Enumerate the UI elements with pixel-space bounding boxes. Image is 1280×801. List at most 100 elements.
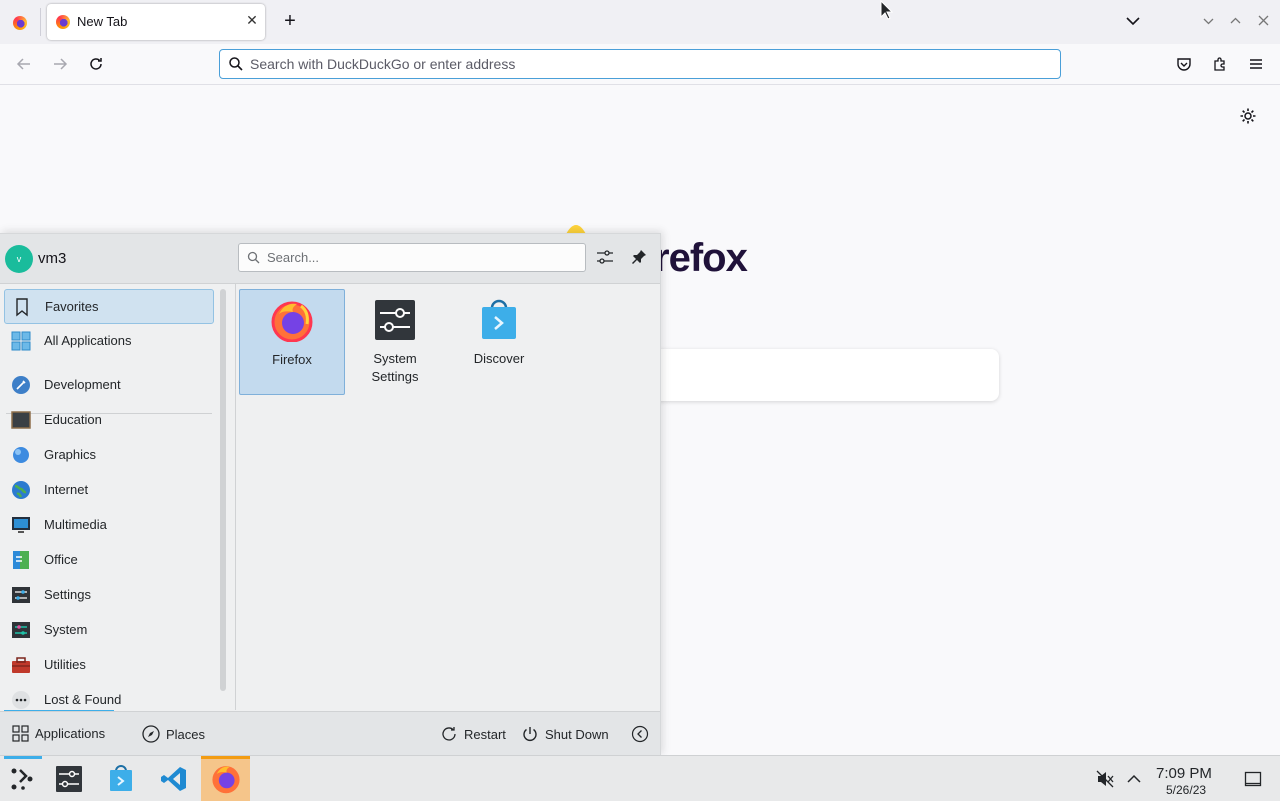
page-settings-button[interactable]	[1238, 106, 1258, 129]
restart-label: Restart	[464, 726, 506, 742]
maximize-icon[interactable]	[1229, 14, 1242, 30]
firefox-view-button[interactable]	[10, 13, 30, 33]
tab-new-tab[interactable]: New Tab ✕	[47, 4, 265, 40]
places-tab[interactable]: Places	[142, 725, 205, 743]
chevron-left-circle-icon	[631, 725, 649, 743]
volume-muted-icon[interactable]	[1095, 769, 1115, 792]
application-launcher: v vm3 Favorites	[0, 233, 661, 757]
vscode-icon	[161, 767, 186, 791]
mouse-cursor-icon	[880, 0, 894, 23]
new-tab-search-box[interactable]	[652, 349, 999, 401]
category-internet[interactable]: Internet	[4, 473, 212, 506]
address-input[interactable]	[250, 50, 1040, 78]
extensions-button[interactable]	[1206, 50, 1234, 78]
more-icon	[12, 691, 30, 709]
restart-icon	[442, 727, 456, 741]
category-utilities[interactable]: Utilities	[4, 648, 212, 681]
applications-label: Applications	[35, 726, 106, 741]
back-arrow-icon	[16, 58, 30, 70]
restart-button[interactable]: Restart	[440, 725, 506, 743]
category-favorites[interactable]: Favorites	[4, 289, 214, 324]
compass-icon	[142, 725, 160, 743]
category-label: Development	[44, 377, 121, 392]
taskbar-vscode[interactable]	[154, 759, 194, 799]
clock-date[interactable]: 5/26/23	[1166, 783, 1206, 797]
category-graphics[interactable]: Graphics	[4, 438, 212, 471]
bookmark-icon	[16, 298, 28, 317]
launcher-header: v vm3	[0, 234, 660, 284]
category-label: Settings	[44, 587, 91, 602]
show-hidden-icons-icon[interactable]	[1126, 772, 1142, 787]
category-settings[interactable]: Settings	[4, 578, 212, 611]
category-sidebar: Favorites All Applications Development E…	[0, 284, 216, 710]
graphics-icon	[13, 447, 29, 463]
launcher-search-input[interactable]	[267, 244, 567, 271]
avatar[interactable]: v	[5, 245, 33, 273]
development-icon	[12, 376, 30, 394]
reload-button[interactable]	[82, 50, 110, 78]
category-education[interactable]: Education	[4, 403, 212, 436]
kde-plasma-icon	[11, 768, 33, 790]
puzzle-icon	[1214, 57, 1225, 71]
firefox-icon	[212, 766, 240, 794]
show-desktop-button[interactable]	[1244, 770, 1262, 791]
minimize-icon[interactable]	[1202, 15, 1215, 31]
category-system[interactable]: System	[4, 613, 212, 646]
search-icon	[247, 251, 260, 264]
taskbar-discover[interactable]	[101, 759, 141, 799]
back-button[interactable]	[10, 50, 38, 78]
system-settings-icon	[375, 300, 415, 340]
category-label: System	[44, 622, 88, 637]
education-icon	[11, 411, 31, 429]
new-tab-button[interactable]: +	[279, 10, 301, 32]
sidebar-scrollbar[interactable]	[220, 289, 226, 691]
firefox-icon	[56, 15, 70, 29]
firefox-wordmark: refox	[654, 236, 748, 280]
app-label: System Settings	[371, 351, 419, 384]
globe-icon	[12, 481, 30, 499]
toolbox-icon	[12, 657, 30, 673]
url-bar[interactable]	[219, 49, 1061, 79]
app-label: Discover	[473, 351, 525, 366]
launcher-footer: Applications Places Restart Shut Down	[0, 711, 660, 757]
applications-tab[interactable]: Applications	[12, 725, 105, 742]
category-all-applications[interactable]: All Applications	[4, 324, 212, 357]
app-label: Firefox	[272, 352, 312, 367]
category-label: All Applications	[44, 333, 132, 348]
category-label: Multimedia	[44, 517, 107, 532]
configure-button[interactable]	[595, 247, 615, 270]
pin-icon	[632, 250, 646, 264]
category-label: Education	[44, 412, 102, 427]
close-tab-icon[interactable]: ✕	[244, 12, 260, 28]
category-development[interactable]: Development	[4, 368, 212, 401]
taskbar-firefox-active[interactable]	[201, 756, 250, 801]
pocket-button[interactable]	[1170, 50, 1198, 78]
taskbar: 7:09 PM 5/26/23	[0, 755, 1280, 801]
places-label: Places	[166, 726, 206, 742]
app-firefox[interactable]: Firefox	[239, 289, 345, 395]
category-label: Graphics	[44, 447, 97, 462]
category-office[interactable]: Office	[4, 543, 212, 576]
shutdown-button[interactable]: Shut Down	[521, 725, 609, 743]
app-discover[interactable]: Discover	[447, 289, 551, 393]
leave-menu-button[interactable]	[631, 725, 649, 743]
app-system-settings[interactable]: System Settings	[343, 289, 447, 393]
pin-button[interactable]	[630, 248, 648, 269]
category-label: Office	[44, 552, 78, 567]
tab-strip: New Tab ✕ +	[0, 0, 1280, 45]
app-menu-button[interactable]	[1242, 50, 1270, 78]
launcher-search-field[interactable]	[238, 243, 586, 272]
close-window-icon[interactable]	[1257, 14, 1270, 30]
firefox-icon	[13, 16, 27, 30]
taskbar-system-settings[interactable]	[49, 759, 89, 799]
application-launcher-button[interactable]	[2, 759, 42, 799]
discover-icon	[482, 299, 516, 339]
forward-button[interactable]	[46, 50, 74, 78]
list-all-tabs-icon[interactable]	[1124, 12, 1142, 33]
office-icon	[13, 551, 29, 569]
category-multimedia[interactable]: Multimedia	[4, 508, 212, 541]
reload-icon	[90, 58, 102, 70]
grid-icon	[12, 725, 29, 742]
clock-time[interactable]: 7:09 PM	[1156, 765, 1212, 782]
grid-icon	[11, 331, 31, 351]
